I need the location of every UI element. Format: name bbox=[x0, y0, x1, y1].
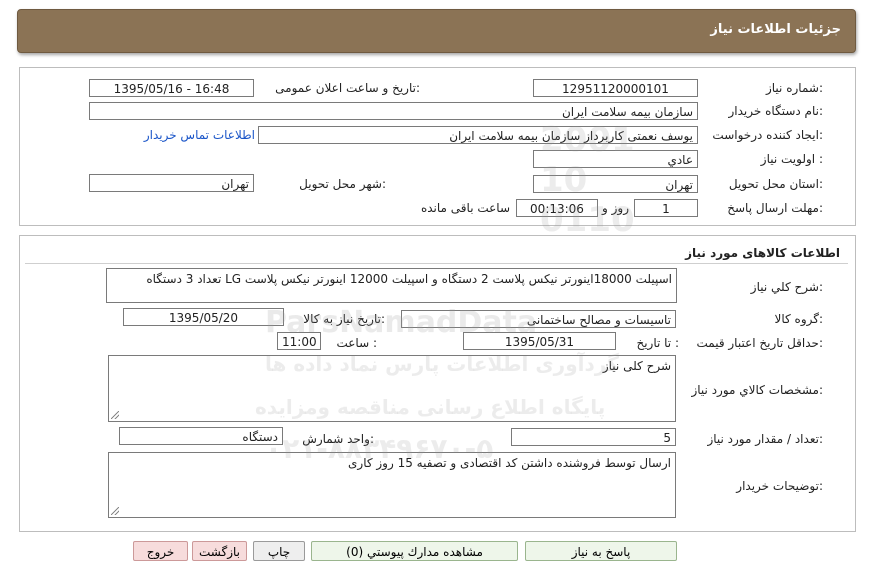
buyer-org-label: نام دستگاه خریدار: bbox=[728, 104, 824, 118]
attachments-button[interactable]: مشاهده مدارك پیوستي (0) bbox=[311, 541, 518, 561]
notes-resize-handle[interactable] bbox=[111, 507, 119, 515]
announce-field[interactable]: 1395/05/16 - 16:48 bbox=[89, 79, 254, 97]
group-label: گروه کالا: bbox=[774, 312, 824, 326]
print-button[interactable]: چاپ bbox=[253, 541, 305, 561]
specs-label: مشخصات کالاي مورد نیاز: bbox=[691, 383, 823, 397]
requester-field[interactable]: یوسف نعمتی کاربرداز سازمان بیمه سلامت ای… bbox=[258, 126, 698, 144]
validity-label: حداقل تاریخ اعتبار قیمت: bbox=[696, 336, 823, 350]
until-date-field[interactable]: 1395/05/31 bbox=[463, 332, 616, 350]
qty-label: تعداد / مقدار مورد نیاز: bbox=[707, 432, 823, 446]
deadline-time-field[interactable]: 00:13:06 bbox=[516, 199, 598, 217]
need-date-field[interactable]: 1395/05/20 bbox=[123, 308, 284, 326]
days-suffix: روز و bbox=[602, 201, 629, 215]
buyer-org-field[interactable]: سازمان بیمه سلامت ایران bbox=[89, 102, 698, 120]
requester-label: ایجاد کننده درخواست: bbox=[712, 128, 823, 142]
unit-label: واحد شمارش: bbox=[302, 432, 374, 446]
deadline-label: مهلت ارسال پاسخ: bbox=[727, 201, 823, 215]
until-date-label: تا تاریخ : bbox=[636, 336, 679, 350]
page-header: جزئیات اطلاعات نیاز bbox=[17, 9, 856, 53]
reply-button[interactable]: پاسخ به نیاز bbox=[525, 541, 677, 561]
need-number-label: شماره نیاز: bbox=[765, 81, 823, 95]
city-label: شهر محل تحویل: bbox=[299, 177, 386, 191]
back-button[interactable]: بازگشت bbox=[192, 541, 247, 561]
province-field[interactable]: تهران bbox=[533, 175, 698, 193]
summary-label: شرح کلي نیاز: bbox=[750, 280, 823, 294]
qty-field[interactable]: 5 bbox=[511, 428, 676, 446]
specs-field[interactable]: شرح کلی نیاز bbox=[108, 355, 676, 422]
goods-section-title: اطلاعات کالاهای مورد نیاز bbox=[685, 246, 840, 260]
page-title: جزئیات اطلاعات نیاز bbox=[710, 22, 841, 37]
group-field[interactable]: تاسیسات و مصالح ساختمانی bbox=[401, 310, 676, 328]
deadline-days-field[interactable]: 1 bbox=[634, 199, 698, 217]
section-divider bbox=[25, 263, 848, 264]
specs-resize-handle[interactable] bbox=[111, 411, 119, 419]
announce-label: تاریخ و ساعت اعلان عمومی: bbox=[275, 81, 420, 95]
need-number-field[interactable]: 12951120000101 bbox=[533, 79, 698, 97]
buyer-notes-label: توضیحات خریدار: bbox=[736, 479, 823, 493]
buyer-contact-link[interactable]: اطلاعات تماس خریدار bbox=[144, 128, 255, 142]
need-date-label: تاریخ نیاز به کالا: bbox=[303, 312, 385, 326]
time-suffix: ساعت باقی مانده bbox=[420, 201, 510, 215]
city-field[interactable]: تهران bbox=[89, 174, 254, 192]
hour-label: ساعت : bbox=[336, 336, 377, 350]
priority-field[interactable]: عادي bbox=[533, 150, 698, 168]
unit-field[interactable]: دستگاه bbox=[119, 427, 283, 445]
priority-label: اولویت نیاز : bbox=[760, 152, 823, 166]
exit-button[interactable]: خروج bbox=[133, 541, 188, 561]
summary-field[interactable]: اسپیلت 18000اینورتر نیکس پلاست 2 دستگاه … bbox=[106, 268, 677, 303]
hour-field[interactable]: 11:00 bbox=[277, 332, 321, 350]
province-label: استان محل تحویل: bbox=[728, 177, 823, 191]
buyer-notes-field[interactable]: ارسال توسط فروشنده داشتن کد اقتصادی و تص… bbox=[108, 452, 676, 518]
